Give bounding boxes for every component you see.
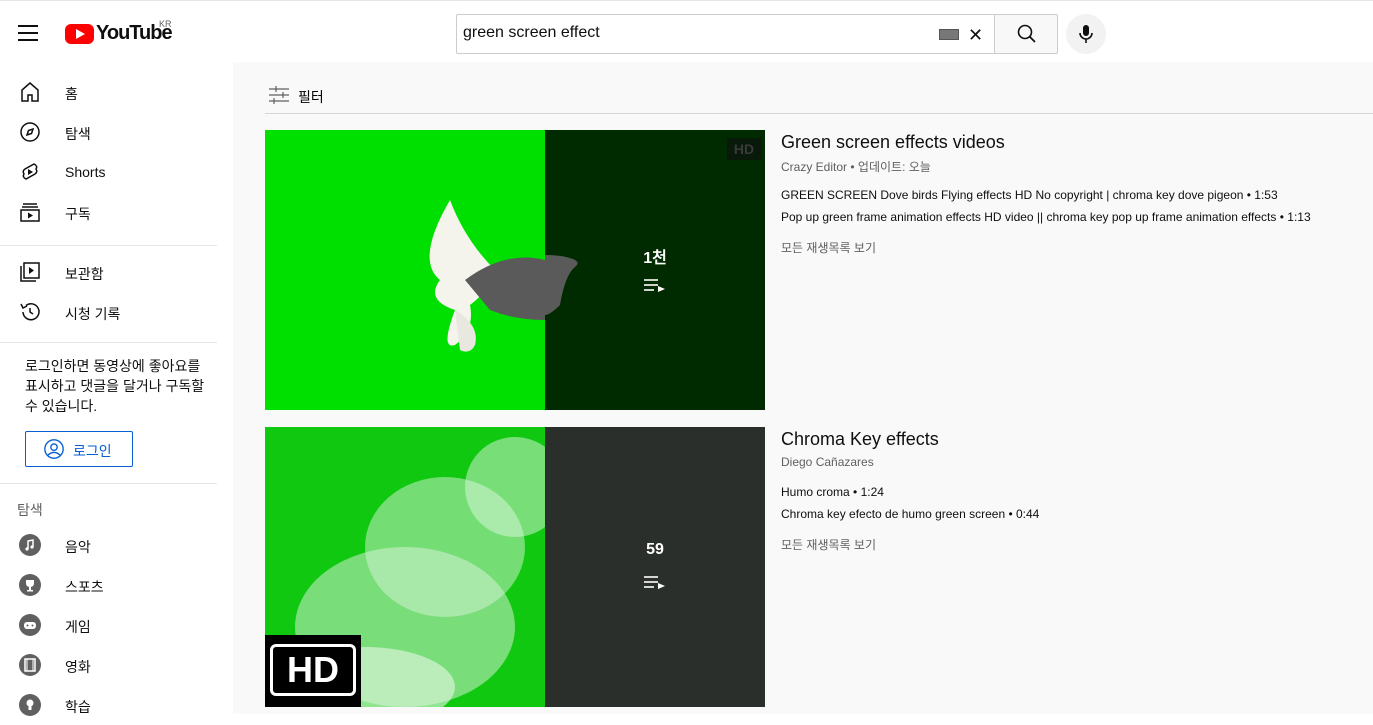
sidebar-item-music[interactable]: 음악: [0, 525, 233, 565]
login-button[interactable]: 로그인: [25, 431, 133, 467]
divider: [265, 113, 1373, 114]
search-results: 필터 1천 HD Green screen effects videos Cra…: [233, 62, 1373, 714]
filter-button[interactable]: 필터: [268, 85, 324, 105]
home-icon: [21, 82, 39, 102]
sidebar-item-library[interactable]: 보관함: [0, 252, 233, 292]
trophy-icon: [19, 574, 41, 596]
sidebar-item-gaming[interactable]: 게임: [0, 605, 233, 645]
login-button-label: 로그인: [73, 443, 112, 459]
search-icon: [1017, 24, 1036, 43]
mic-icon: [1079, 25, 1093, 43]
playlist-icon: [644, 279, 665, 292]
channel-name[interactable]: Crazy Editor: [781, 160, 847, 174]
video-title: Humo croma: [781, 485, 850, 499]
playlist-video-item[interactable]: Humo croma • 1:24: [781, 485, 884, 499]
video-title: Chroma key efecto de humo green screen: [781, 507, 1006, 521]
playlist-title[interactable]: Chroma Key effects: [781, 429, 939, 450]
playlist-icon: [644, 576, 665, 589]
gamepad-icon: [19, 614, 41, 636]
sidebar-item-explore[interactable]: 탐색: [0, 112, 233, 152]
youtube-play-icon: [65, 23, 94, 44]
sidebar-item-label: 홈: [65, 86, 78, 102]
sidebar-item-label: 음악: [65, 539, 91, 555]
masthead: YouTube KR ✕: [0, 0, 1373, 62]
explore-section-header: 탐색: [17, 502, 43, 518]
search-button[interactable]: [994, 14, 1058, 54]
playlist-video-item[interactable]: Chroma key efecto de humo green screen •…: [781, 507, 1039, 521]
keyboard-icon[interactable]: [939, 29, 959, 40]
thumbnail-image: [265, 130, 545, 410]
video-duration: 1:53: [1254, 188, 1278, 202]
video-count: 59: [646, 541, 664, 558]
video-duration: 1:13: [1287, 210, 1311, 224]
divider: [0, 245, 217, 246]
video-count: 1천: [643, 250, 667, 267]
playlist-video-item[interactable]: Pop up green frame animation effects HD …: [781, 210, 1311, 224]
hd-badge: HD: [727, 138, 761, 160]
playlist-thumbnail[interactable]: 1천 HD: [265, 130, 765, 410]
playlist-video-item[interactable]: GREEN SCREEN Dove birds Flying effects H…: [781, 188, 1278, 202]
sidebar-item-shorts[interactable]: Shorts: [0, 152, 233, 192]
sidebar-item-movies[interactable]: 영화: [0, 645, 233, 685]
video-title: GREEN SCREEN Dove birds Flying effects H…: [781, 188, 1244, 202]
hd-logo-image: HD: [265, 635, 361, 707]
search-box: ✕: [456, 14, 994, 54]
dove-image: [429, 200, 545, 352]
sidebar-item-label: 스포츠: [65, 579, 104, 595]
region-label: KR: [159, 19, 172, 29]
sidebar-item-learning[interactable]: 학습: [0, 685, 233, 725]
filter-icon: [269, 86, 289, 104]
playlist-channel: Crazy Editor • 업데이트: 오늘: [781, 160, 931, 174]
playlist-overlay: 1천: [545, 130, 765, 410]
search-input[interactable]: [463, 24, 923, 42]
sidebar-item-label: 탐색: [65, 126, 91, 142]
divider: [0, 342, 217, 343]
voice-search-button[interactable]: [1066, 14, 1106, 54]
shorts-icon: [22, 163, 38, 180]
playlist-result: 59 HD Chroma Key effects Diego Cañazares…: [265, 427, 1373, 707]
sidebar-item-subscriptions[interactable]: 구독: [0, 192, 233, 232]
youtube-logo[interactable]: YouTube: [65, 22, 173, 45]
sidebar-item-sports[interactable]: 스포츠: [0, 565, 233, 605]
sidebar-item-label: 학습: [65, 699, 91, 715]
library-icon: [20, 262, 40, 282]
sidebar-item-label: Shorts: [65, 164, 106, 180]
view-full-playlist-link[interactable]: 모든 재생목록 보기: [781, 239, 876, 256]
playlist-overlay: 59: [545, 427, 765, 707]
lightbulb-icon: [19, 694, 41, 716]
compass-icon: [20, 122, 40, 142]
sidebar-item-label: 영화: [65, 659, 91, 675]
playlist-title[interactable]: Green screen effects videos: [781, 132, 1005, 153]
sidebar-item-history[interactable]: 시청 기록: [0, 292, 233, 332]
divider: [0, 483, 217, 484]
sidebar-item-home[interactable]: 홈: [0, 72, 233, 112]
sidebar-item-label: 구독: [65, 206, 91, 222]
close-icon[interactable]: ✕: [968, 25, 983, 46]
filter-label: 필터: [298, 89, 324, 105]
login-prompt: 로그인하면 동영상에 좋아요를 표시하고 댓글을 달거나 구독할 수 있습니다.: [25, 358, 205, 414]
playlist-result: 1천 HD Green screen effects videos Crazy …: [265, 130, 1373, 410]
view-full-playlist-link[interactable]: 모든 재생목록 보기: [781, 536, 876, 553]
video-title: Pop up green frame animation effects HD …: [781, 210, 1277, 224]
sidebar: 홈 탐색 Shorts 구독 보관함 시청 기록 로그인하면 동영상에 좋아요를…: [0, 62, 233, 716]
updated-label: 업데이트: 오늘: [857, 160, 931, 174]
sidebar-item-label: 보관함: [65, 266, 104, 282]
music-icon: [19, 534, 41, 556]
hd-logo-text: HD: [270, 644, 356, 696]
video-duration: 0:44: [1016, 507, 1040, 521]
account-icon: [44, 439, 64, 459]
film-icon: [19, 654, 41, 676]
playlist-thumbnail[interactable]: 59 HD: [265, 427, 765, 707]
menu-icon[interactable]: [18, 25, 38, 41]
history-icon: [20, 303, 40, 321]
subscriptions-icon: [20, 203, 40, 222]
channel-name[interactable]: Diego Cañazares: [781, 455, 874, 469]
sidebar-item-label: 시청 기록: [65, 306, 121, 322]
sidebar-item-label: 게임: [65, 619, 91, 635]
video-duration: 1:24: [860, 485, 884, 499]
